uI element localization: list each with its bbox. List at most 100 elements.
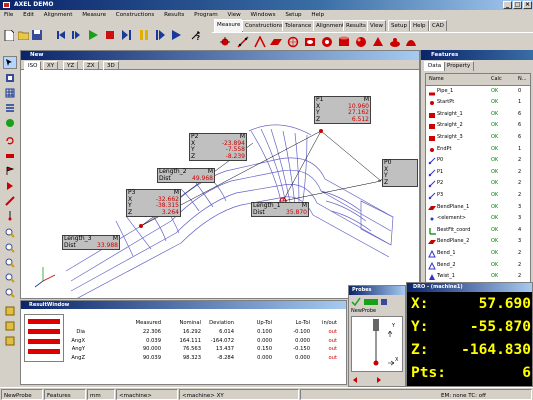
- skip-icon[interactable]: [121, 29, 133, 41]
- tab-constructions[interactable]: Constructions: [242, 20, 286, 31]
- rotate-icon[interactable]: [3, 134, 17, 147]
- zoom-fit-icon[interactable]: [3, 271, 17, 284]
- tab-help[interactable]: Help: [410, 20, 429, 31]
- tab-iso[interactable]: ISO: [24, 61, 42, 70]
- play-tool-icon[interactable]: [3, 179, 17, 192]
- feature-row[interactable]: Straight_3 OK 6: [426, 132, 530, 144]
- next-probe-icon[interactable]: [377, 377, 381, 383]
- measure-plane-icon[interactable]: [270, 36, 282, 48]
- tab-measure[interactable]: Measure: [214, 19, 244, 32]
- tab-tolerance[interactable]: Tolerance: [282, 20, 315, 31]
- step-back-icon[interactable]: [55, 29, 67, 41]
- measure-angle-icon[interactable]: [254, 36, 266, 48]
- tab-view[interactable]: View: [367, 20, 387, 31]
- measure-slot-icon[interactable]: [321, 36, 333, 48]
- result-column-header[interactable]: Lo-Tol: [280, 320, 310, 326]
- label-p1[interactable]: P1 M X 10.960 Y 27.162 Z 6.512: [314, 96, 371, 124]
- zoom-all-icon[interactable]: [3, 286, 17, 299]
- help-icon[interactable]: ?: [190, 29, 202, 41]
- menu-constructions[interactable]: Constructions: [112, 10, 159, 21]
- grid-view-icon[interactable]: [3, 86, 17, 99]
- open-folder-icon[interactable]: [17, 29, 29, 41]
- result-column-header[interactable]: Deviation: [200, 320, 234, 326]
- column-header[interactable]: N...: [518, 74, 527, 86]
- feature-row[interactable]: Straight_2 OK 6: [426, 120, 530, 132]
- column-header[interactable]: Name: [429, 74, 444, 86]
- label-length-2[interactable]: Length_2 M Dist 49.968: [157, 168, 215, 183]
- close-button[interactable]: ×: [523, 1, 532, 9]
- label-p0[interactable]: P0 X Y Z: [382, 159, 418, 187]
- stop-icon[interactable]: [104, 29, 116, 41]
- pan-icon[interactable]: [3, 149, 17, 162]
- feature-row[interactable]: <element> OK 3: [426, 213, 530, 225]
- menu-alignment[interactable]: Alignment: [40, 10, 77, 21]
- prev-probe-icon[interactable]: [353, 377, 357, 383]
- view-front-icon[interactable]: [3, 304, 17, 317]
- measure-torus-icon[interactable]: [389, 36, 401, 48]
- flag-icon[interactable]: [3, 164, 17, 177]
- pause-icon[interactable]: [138, 29, 150, 41]
- probe-name[interactable]: NewProbe: [351, 308, 376, 314]
- menu-results[interactable]: Results: [160, 10, 188, 21]
- feature-row[interactable]: StartPt OK 1: [426, 97, 530, 109]
- shading-icon[interactable]: [3, 194, 17, 207]
- layers-icon[interactable]: [3, 71, 17, 84]
- feature-row[interactable]: P1 OK 2: [426, 167, 530, 179]
- new-file-icon[interactable]: [3, 29, 15, 41]
- feature-row[interactable]: Pipe_1 OK 0: [426, 86, 530, 98]
- measure-cylinder-icon[interactable]: [338, 36, 350, 48]
- feature-row[interactable]: P3 OK 2: [426, 190, 530, 202]
- view-top-icon[interactable]: [3, 334, 17, 347]
- list-view-icon[interactable]: [3, 101, 17, 114]
- maximize-button[interactable]: □: [513, 1, 522, 9]
- menu-file[interactable]: File: [0, 10, 17, 21]
- skip-forward-icon[interactable]: [155, 29, 167, 41]
- tab-property[interactable]: Property: [443, 61, 475, 71]
- feature-row[interactable]: P0 OK 2: [426, 155, 530, 167]
- 3d-canvas[interactable]: P1 M X 10.960 Y 27.162 Z 6.512 P2 M X -23.894 …: [21, 71, 419, 298]
- zoom-in-icon[interactable]: [3, 226, 17, 239]
- play-icon[interactable]: [87, 29, 99, 41]
- measure-surface-icon[interactable]: [405, 36, 417, 48]
- label-p3[interactable]: P3 M X -32.662 Y -38.315 Z 3.264: [126, 189, 181, 217]
- feature-row[interactable]: Bend_2 OK 2: [426, 260, 530, 272]
- feature-row[interactable]: BendPlane_1 OK 3: [426, 202, 530, 214]
- measure-circle-icon[interactable]: [287, 36, 299, 48]
- run-icon[interactable]: [171, 29, 183, 41]
- result-column-header[interactable]: in/out: [317, 320, 337, 326]
- minimize-button[interactable]: _: [503, 1, 512, 9]
- probe-tool-icon[interactable]: [3, 209, 17, 222]
- tab-setup[interactable]: Setup: [388, 20, 411, 31]
- feature-row[interactable]: Straight_1 OK 6: [426, 109, 530, 121]
- measure-cone-icon[interactable]: [372, 36, 384, 48]
- feature-row[interactable]: EndPt OK 1: [426, 144, 530, 156]
- feature-row[interactable]: P2 OK 2: [426, 178, 530, 190]
- measure-ellipse-icon[interactable]: [304, 36, 316, 48]
- probe-settings-icon[interactable]: [381, 299, 387, 305]
- tab-zx[interactable]: ZX: [83, 61, 99, 70]
- feature-row[interactable]: Bend_1 OK 2: [426, 248, 530, 260]
- tab-yz[interactable]: YZ: [63, 61, 79, 70]
- sphere-tool-icon[interactable]: [3, 116, 17, 129]
- tab-data[interactable]: Data: [424, 61, 446, 71]
- result-column-header[interactable]: Nominal: [163, 320, 201, 326]
- menu-edit[interactable]: Edit: [19, 10, 38, 21]
- measure-line-icon[interactable]: [237, 36, 249, 48]
- status-features[interactable]: Features: [44, 389, 86, 400]
- feature-row[interactable]: BendPlane_2 OK 3: [426, 236, 530, 248]
- result-column-header[interactable]: Up-Tol: [242, 320, 272, 326]
- tab-3d[interactable]: 3D: [103, 61, 119, 70]
- view-side-icon[interactable]: [3, 319, 17, 332]
- measure-point-icon[interactable]: [219, 36, 231, 48]
- result-column-header[interactable]: Measured: [121, 320, 161, 326]
- probe-list-icon[interactable]: [364, 299, 378, 305]
- save-icon[interactable]: [31, 29, 43, 41]
- label-p2[interactable]: P2 M X -23.894 Y -7.558 Z -8.239: [189, 133, 247, 161]
- tab-results[interactable]: Results: [343, 20, 369, 31]
- measure-sphere-icon[interactable]: [355, 36, 367, 48]
- zoom-window-icon[interactable]: [3, 256, 17, 269]
- menu-measure[interactable]: Measure: [78, 10, 110, 21]
- column-header[interactable]: Calc: [491, 74, 502, 86]
- tab-xy[interactable]: XY: [43, 61, 59, 70]
- feature-row[interactable]: Twist_1 OK 2: [426, 271, 530, 283]
